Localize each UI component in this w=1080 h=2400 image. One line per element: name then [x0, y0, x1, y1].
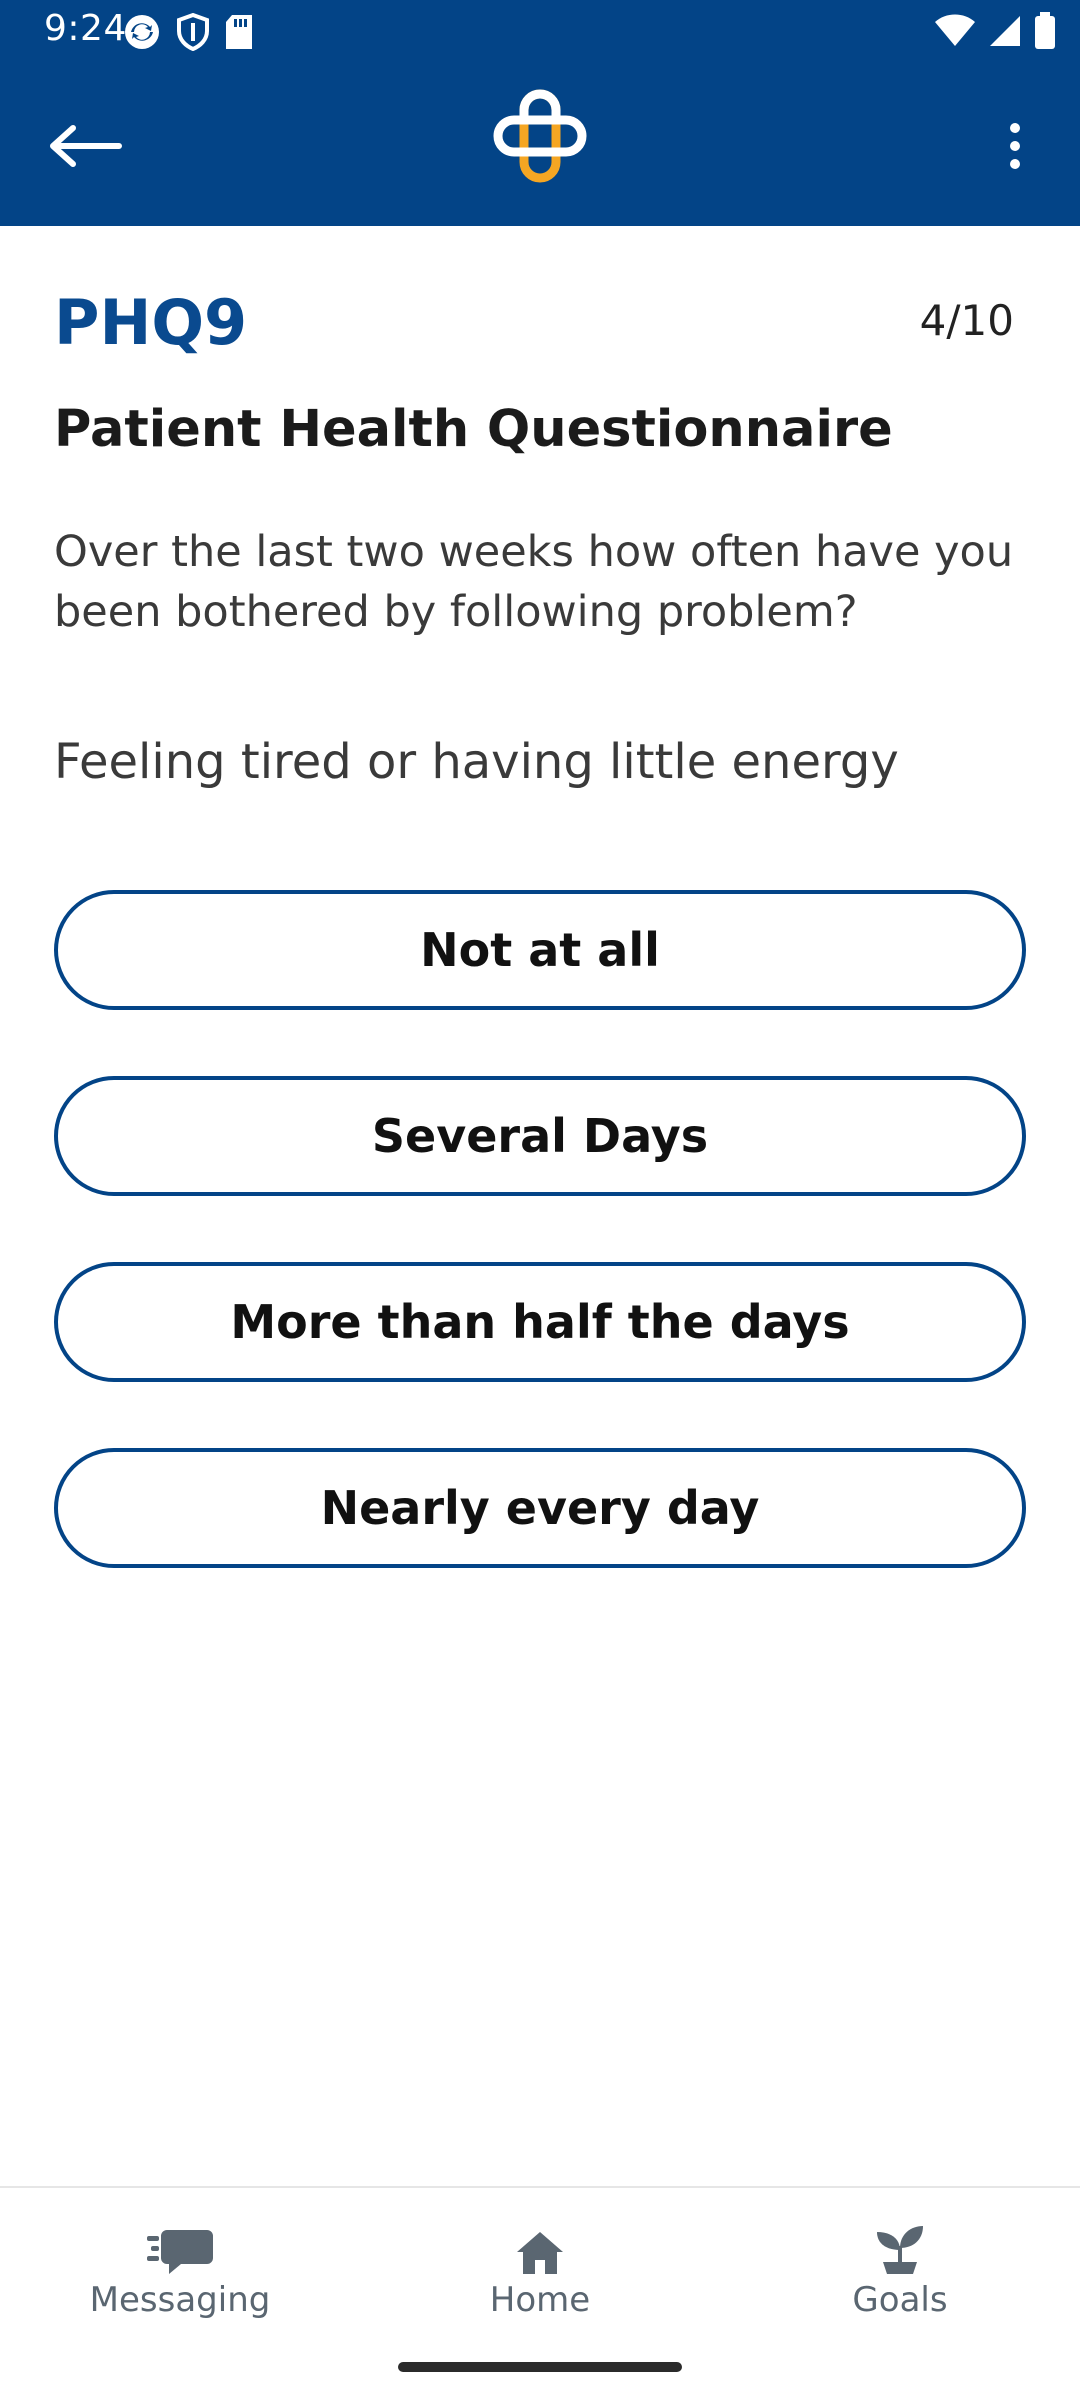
questionnaire-title: Patient Health Questionnaire	[54, 400, 893, 459]
gesture-home-bar[interactable]	[398, 2362, 682, 2372]
home-icon	[515, 2216, 565, 2276]
option-not-at-all-button[interactable]: Not at all	[54, 890, 1026, 1010]
question-text: Feeling tired or having little energy	[54, 734, 899, 790]
more-vert-icon	[1008, 122, 1022, 174]
app-bar	[0, 62, 1080, 226]
option-nearly-every-day-button[interactable]: Nearly every day	[54, 1448, 1026, 1568]
sprout-icon	[875, 2216, 925, 2276]
option-more-than-half-button[interactable]: More than half the days	[54, 1262, 1026, 1382]
nav-item-home[interactable]: Home	[410, 2216, 670, 2336]
questionnaire-instruction: Over the last two weeks how often have y…	[54, 527, 1014, 637]
battery-icon	[1034, 12, 1056, 54]
status-time: 9:24	[44, 8, 127, 49]
sd-card-icon	[224, 14, 254, 54]
sync-icon	[122, 12, 162, 56]
nav-label-goals: Goals	[852, 2280, 948, 2320]
questionnaire-code: PHQ9	[54, 286, 248, 359]
signal-icon	[988, 14, 1022, 52]
question-progress: 4/10	[919, 296, 1014, 345]
nav-item-messaging[interactable]: Messaging	[50, 2216, 310, 2336]
status-bar: 9:24	[0, 0, 1080, 62]
shield-icon	[176, 12, 210, 55]
chat-icon	[145, 2216, 215, 2276]
back-button[interactable]	[40, 108, 130, 188]
nav-label-home: Home	[489, 2280, 591, 2320]
wifi-icon	[934, 14, 976, 52]
app-logo	[488, 84, 592, 188]
back-arrow-icon	[47, 124, 123, 172]
nav-label-messaging: Messaging	[89, 2280, 271, 2320]
option-several-days-button[interactable]: Several Days	[54, 1076, 1026, 1196]
more-options-button[interactable]	[990, 108, 1040, 188]
nav-item-goals[interactable]: Goals	[770, 2216, 1030, 2336]
